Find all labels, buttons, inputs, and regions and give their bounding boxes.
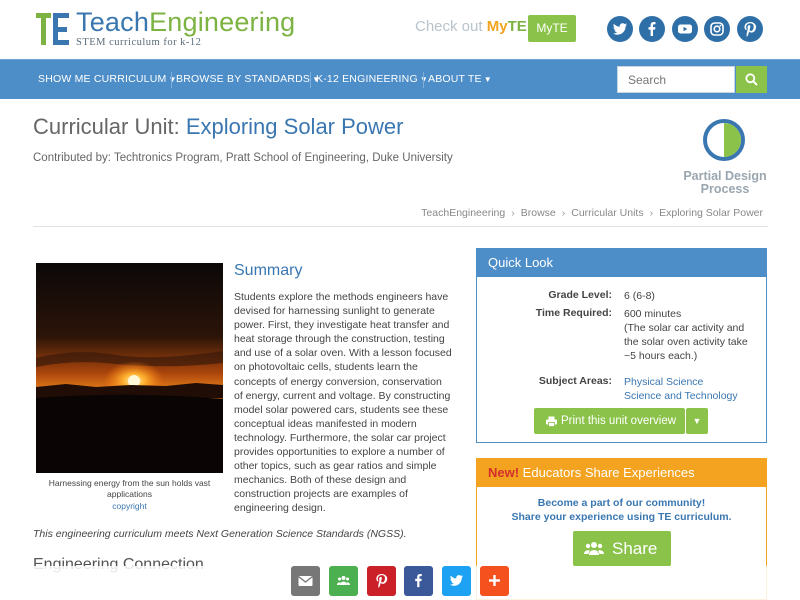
main-navbar: SHOW ME CURRICULUM ▼ BROWSE BY STANDARDS ▼… — [0, 59, 800, 99]
instagram-button[interactable] — [704, 16, 730, 42]
subject-link-physical-science[interactable]: Physical Science — [624, 375, 703, 389]
print-icon — [546, 416, 557, 427]
nav-about-te[interactable]: ABOUT TE ▼ — [428, 73, 492, 85]
subject-link-science-technology[interactable]: Science and Technology — [624, 389, 738, 403]
breadcrumb-current: Exploring Solar Power — [659, 207, 763, 219]
divider — [33, 226, 768, 227]
ngss-note: This engineering curriculum meets Next G… — [33, 528, 407, 540]
share-classroom-button[interactable] — [329, 566, 358, 596]
facebook-icon — [648, 22, 656, 36]
breadcrumb: TeachEngineering › Browse › Curricular Units… — [421, 207, 763, 219]
time-required-label: Time Required: — [535, 307, 612, 319]
subject-areas-label: Subject Areas: — [538, 375, 612, 387]
print-options-dropdown[interactable]: ▼ — [686, 408, 708, 434]
search-input[interactable] — [617, 66, 735, 93]
educators-share-heading: New! Educators Share Experiences — [477, 459, 766, 487]
nav-divider — [423, 72, 424, 88]
teachengineering-logo[interactable]: TeachEngineering STEM curriculum for k-1… — [36, 7, 298, 51]
youtube-icon — [678, 24, 692, 34]
breadcrumb-item[interactable]: Browse — [521, 207, 556, 219]
page-title: Curricular Unit: Exploring Solar Power — [33, 114, 404, 139]
site-header: TeachEngineering STEM curriculum for k-1… — [0, 0, 800, 58]
instagram-icon — [710, 22, 724, 36]
youtube-button[interactable] — [672, 16, 698, 42]
google-classroom-icon — [337, 576, 350, 585]
users-icon — [584, 542, 604, 555]
facebook-icon — [415, 573, 422, 588]
time-required-value: 600 minutes — [624, 308, 682, 320]
partial-design-process-icon[interactable] — [702, 118, 746, 162]
email-icon — [298, 575, 313, 586]
image-copyright-link[interactable]: copyright — [36, 501, 223, 511]
share-facebook-button[interactable] — [404, 566, 433, 596]
twitter-icon — [449, 575, 464, 586]
logo-mark-icon — [36, 13, 69, 45]
caret-down-icon: ▼ — [692, 416, 702, 426]
share-twitter-button[interactable] — [442, 566, 471, 596]
breadcrumb-item[interactable]: Curricular Units — [571, 207, 643, 219]
nav-divider — [171, 72, 172, 88]
share-email-button[interactable] — [291, 566, 320, 596]
logo-tagline: STEM curriculum for k-12 — [76, 37, 202, 48]
share-experience-button[interactable]: Share — [573, 531, 671, 566]
share-invite-line2: Share your experience using TE curriculu… — [511, 511, 732, 523]
grade-level-label: Grade Level: — [548, 289, 612, 301]
quick-look-panel: Quick Look Grade Level: 6 (6-8) Time Req… — [476, 248, 767, 443]
design-process-label: Partial Design Process — [683, 169, 767, 196]
pinterest-icon — [744, 22, 757, 37]
twitter-button[interactable] — [607, 16, 633, 42]
chevron-down-icon: ▼ — [483, 75, 492, 84]
floating-share-bar — [0, 566, 800, 600]
print-unit-overview-button[interactable]: Print this unit overview — [534, 408, 685, 434]
quick-look-heading: Quick Look — [477, 249, 766, 277]
nav-browse-by-standards[interactable]: BROWSE BY STANDARDS ▼ — [176, 73, 320, 85]
share-more-button[interactable] — [480, 566, 509, 596]
breadcrumb-item[interactable]: TeachEngineering — [421, 207, 505, 219]
nav-divider — [310, 72, 311, 88]
checkout-myte-text: Check out MyTE — [415, 18, 527, 35]
pinterest-button[interactable] — [737, 16, 763, 42]
pinterest-icon — [376, 573, 388, 588]
image-caption: Harnessing energy from the sun holds vas… — [48, 478, 211, 499]
search-button[interactable] — [736, 66, 767, 93]
myte-button[interactable]: MyTE — [528, 15, 576, 42]
twitter-icon — [613, 23, 627, 35]
summary-text: Students explore the methods engineers h… — [234, 291, 452, 515]
share-invite-line1: Become a part of our community! — [537, 497, 706, 509]
time-required-note: (The solar car activity and the solar ove… — [624, 322, 748, 362]
facebook-button[interactable] — [639, 16, 665, 42]
plus-icon — [489, 575, 500, 586]
nav-k12-engineering[interactable]: K-12 ENGINEERING▼ — [316, 73, 428, 85]
search-icon — [745, 73, 758, 86]
sunset-photo — [36, 263, 223, 473]
contributed-by: Contributed by: Techtronics Program, Pra… — [33, 152, 453, 164]
logo-wordmark: TeachEngineering — [76, 7, 296, 37]
nav-show-me-curriculum[interactable]: SHOW ME CURRICULUM ▼ — [38, 73, 177, 85]
summary-heading: Summary — [234, 262, 303, 279]
share-pinterest-button[interactable] — [367, 566, 396, 596]
grade-level-value: 6 (6-8) — [624, 290, 655, 302]
